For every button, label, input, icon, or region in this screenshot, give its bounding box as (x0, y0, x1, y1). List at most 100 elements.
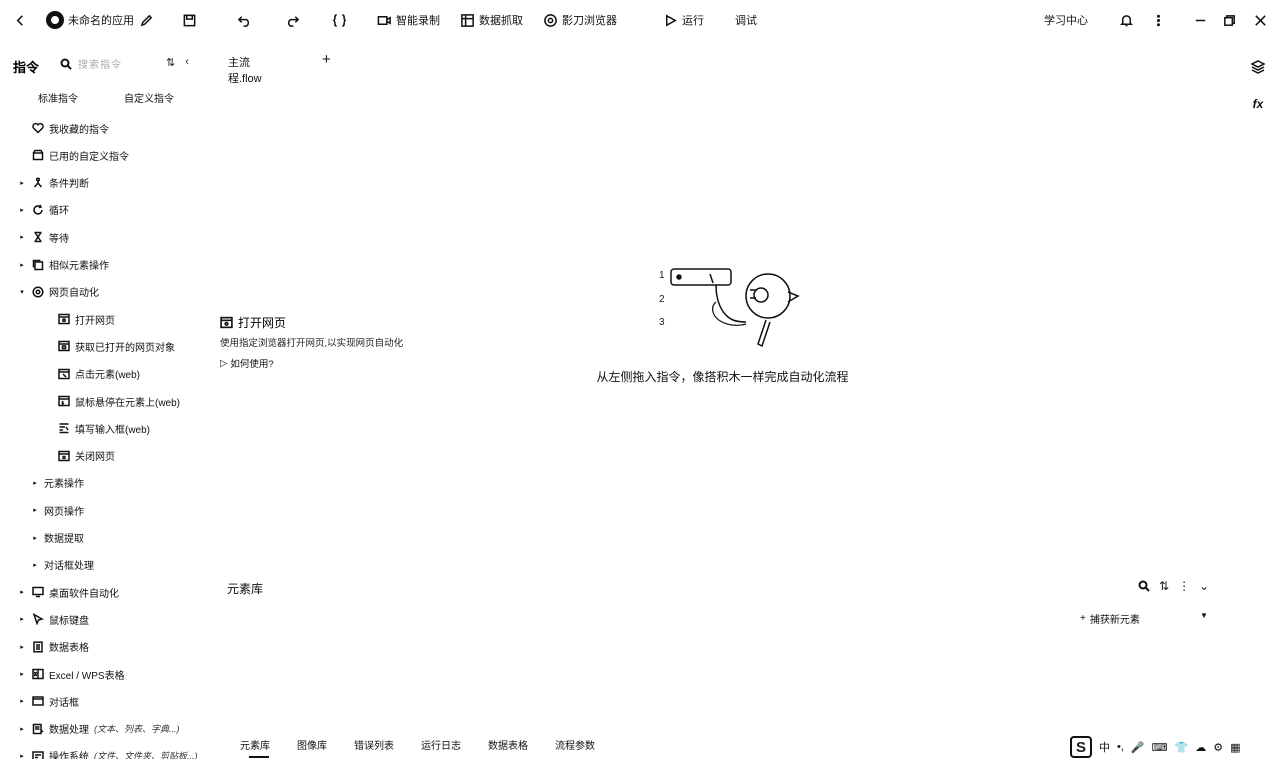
caret-right-icon[interactable]: ▸ (31, 506, 39, 514)
grid-menu-icon[interactable]: ▦ (1230, 741, 1240, 754)
sidebar-item[interactable]: 点击元素(web) (57, 363, 140, 385)
sidebar-item-label: 网页操作 (44, 506, 84, 518)
sidebar-item[interactable]: ▸ Excel / WPS表格 (18, 663, 125, 685)
keyboard-icon[interactable]: ⌨ (1152, 741, 1168, 754)
save-button[interactable] (181, 10, 197, 30)
sidebar-item[interactable]: 我收藏的指令 (31, 117, 109, 139)
formula-fx-icon[interactable]: fx (1250, 97, 1266, 113)
tab-error-list[interactable]: 错误列表 (354, 737, 394, 752)
chevron-down-icon[interactable]: ⌄ (1199, 579, 1209, 593)
microphone-icon[interactable]: 🎤 (1131, 741, 1145, 754)
step-number-2: 2 (659, 294, 665, 305)
data-scrape-button[interactable]: 数据抓取 (459, 10, 523, 30)
sidebar-item[interactable]: ▸ 循环 (18, 199, 69, 221)
add-tab-button[interactable]: + (322, 51, 331, 68)
caret-right-icon[interactable]: ▸ (31, 561, 39, 569)
app-title[interactable]: 未命名的应用 (46, 10, 154, 30)
edit-icon[interactable] (138, 12, 154, 28)
redo-button[interactable] (284, 10, 300, 30)
sidebar-item[interactable]: 关闭网页 (57, 445, 115, 467)
sidebar-item[interactable]: ▸ 鼠标键盘 (18, 608, 89, 630)
smart-record-label: 智能录制 (396, 15, 440, 27)
sort-icon[interactable]: ⇅ (166, 56, 175, 69)
sidebar-item[interactable]: ▸ 条件判断 (18, 172, 89, 194)
sidebar-item-label: 元素操作 (44, 479, 84, 491)
caret-right-icon[interactable]: ▸ (18, 206, 26, 214)
ime-chinese-mode[interactable]: 中 (1099, 739, 1110, 755)
sidebar-item[interactable]: ▾ 网页自动化 (18, 281, 99, 303)
cloud-icon[interactable]: ☁ (1195, 741, 1206, 754)
tab-image-library[interactable]: 图像库 (297, 737, 327, 752)
maximize-button[interactable] (1221, 10, 1237, 30)
caret-right-icon[interactable]: ▸ (18, 261, 26, 269)
skin-icon[interactable]: 👕 (1175, 741, 1189, 754)
sidebar-item[interactable]: ▸ 网页操作 (31, 499, 84, 521)
more-menu-button[interactable] (1150, 10, 1166, 30)
search-icon[interactable] (1138, 580, 1150, 592)
more-vertical-icon[interactable]: ⋮ (1178, 579, 1190, 593)
sort-icon[interactable]: ⇅ (1159, 579, 1169, 593)
notification-button[interactable] (1118, 10, 1134, 30)
sidebar-item[interactable]: 填写输入框(web) (57, 417, 150, 439)
sidebar-item[interactable]: ▸ 数据提取 (31, 527, 84, 549)
settings-icon[interactable]: ⚙ (1213, 741, 1223, 754)
learning-center-button[interactable]: 学习中心 (1044, 10, 1088, 30)
tab-custom-instructions[interactable]: 自定义指令 (124, 90, 174, 105)
debug-button[interactable]: 调试 (735, 10, 757, 30)
search-input[interactable]: 搜索指令 (60, 56, 122, 71)
how-to-use-link[interactable]: ▷ 如何使用? (220, 356, 410, 371)
sidebar-item[interactable]: ▸ 数据表格 (18, 636, 89, 658)
close-button[interactable] (1252, 10, 1268, 30)
caret-right-icon[interactable]: ▸ (18, 697, 26, 705)
ime-logo-icon[interactable]: S (1070, 736, 1092, 758)
caret-right-icon[interactable]: ▸ (31, 534, 39, 542)
close-icon (1252, 12, 1268, 28)
sidebar-item[interactable]: ▸ 元素操作 (31, 472, 84, 494)
caret-right-icon[interactable]: ▸ (18, 588, 26, 596)
sidebar-item[interactable]: ▸ 数据处理 (文本、列表、字典...) (18, 718, 180, 740)
sidebar-item[interactable]: 鼠标悬停在元素上(web) (57, 390, 180, 412)
caret-right-icon[interactable]: ▸ (18, 670, 26, 678)
caret-right-icon[interactable]: ▸ (18, 752, 26, 759)
capture-dropdown-icon[interactable]: ▼ (1200, 611, 1208, 620)
sidebar-item[interactable]: ▸ 相似元素操作 (18, 254, 109, 276)
ime-punctuation-icon[interactable]: •, (1117, 741, 1124, 753)
caret-right-icon[interactable]: ▸ (18, 233, 26, 241)
caret-right-icon[interactable]: ▸ (18, 725, 26, 733)
caret-right-icon[interactable]: ▸ (18, 643, 26, 651)
tab-main-flow[interactable]: 主流程.flow (228, 54, 262, 86)
tab-flow-params[interactable]: 流程参数 (555, 737, 595, 752)
back-button[interactable] (12, 10, 28, 30)
bell-icon (1118, 12, 1134, 28)
desktop-icon (31, 586, 44, 599)
tab-run-log[interactable]: 运行日志 (421, 737, 461, 752)
sidebar-item[interactable]: ▸ 等待 (18, 226, 69, 248)
tab-element-library[interactable]: 元素库 (240, 737, 270, 758)
caret-down-icon[interactable]: ▾ (18, 288, 26, 296)
minimize-button[interactable] (1192, 10, 1208, 30)
browser-button[interactable]: 影刀浏览器 (542, 10, 617, 30)
variable-button[interactable] (331, 10, 347, 30)
collapse-sidebar-icon[interactable]: ‹ (185, 56, 189, 69)
sidebar-item[interactable]: 已用的自定义指令 (31, 144, 129, 166)
search-placeholder: 搜索指令 (78, 60, 122, 71)
undo-button[interactable] (236, 10, 252, 30)
heart-icon (31, 122, 44, 135)
caret-right-icon[interactable]: ▸ (18, 615, 26, 623)
caret-right-icon[interactable]: ▸ (31, 479, 39, 487)
sidebar-item[interactable]: ▸ 桌面软件自动化 (18, 581, 119, 603)
sidebar-item[interactable]: ▸ 操作系统 (文件、文件夹、剪贴板...) (18, 745, 198, 759)
tab-standard-instructions[interactable]: 标准指令 (38, 90, 78, 105)
sidebar-item[interactable]: 获取已打开的网页对象 (57, 335, 175, 357)
sidebar-item[interactable]: ▸ 对话框 (18, 690, 79, 712)
capture-element-button[interactable]: + 捕获新元素 (1080, 611, 1140, 626)
run-button[interactable]: 运行 (662, 10, 704, 30)
smart-record-button[interactable]: 智能录制 (376, 10, 440, 30)
layers-icon[interactable] (1250, 60, 1266, 76)
sidebar-item-label: 鼠标悬停在元素上(web) (75, 397, 181, 409)
sidebar-item[interactable]: ▸ 对话框处理 (31, 554, 94, 576)
caret-right-icon[interactable]: ▸ (18, 179, 26, 187)
tab-data-table[interactable]: 数据表格 (488, 737, 528, 752)
grid-icon (459, 12, 475, 28)
sidebar-item[interactable]: 打开网页 (57, 308, 115, 330)
